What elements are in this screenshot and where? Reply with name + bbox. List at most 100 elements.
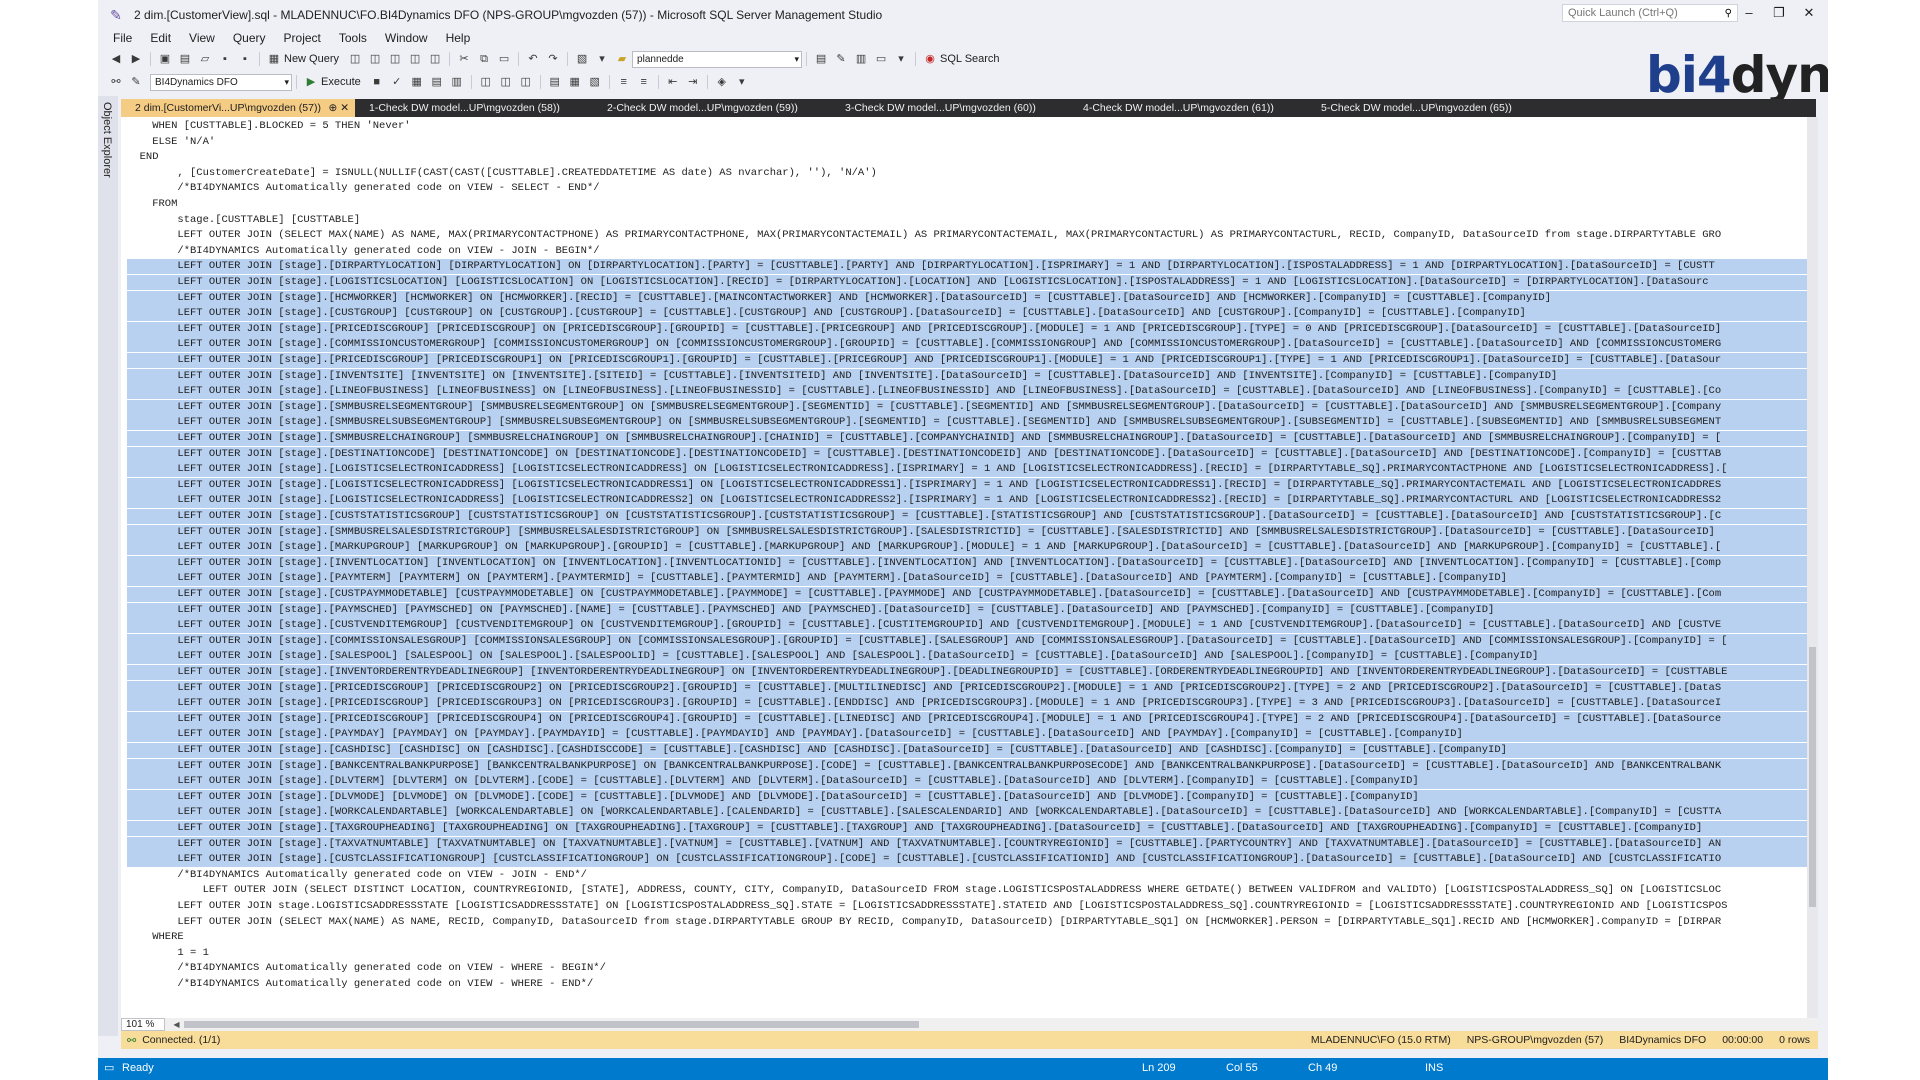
code-line[interactable]: LEFT OUTER JOIN [stage].[DESTINATIONCODE… [127,446,1807,462]
code-line[interactable]: /*BI4DYNAMICS Automatically generated co… [127,961,1807,976]
menu-help[interactable]: Help [437,31,480,45]
mdx-query-icon[interactable]: ◫ [368,52,382,66]
menu-query[interactable]: Query [224,31,275,45]
code-line[interactable]: LEFT OUTER JOIN [stage].[SALESPOOL] [SAL… [127,649,1807,665]
tab-check-dw-model-60[interactable]: 3-Check DW model...UP\mgvozden (60)) [831,99,1069,117]
save-icon[interactable]: ▪ [218,52,232,66]
close-window-button[interactable]: ✕ [1794,0,1824,26]
code-line[interactable] [127,993,1807,1008]
code-line[interactable]: LEFT OUTER JOIN [stage].[TAXVATNUMTABLE]… [127,836,1807,852]
copy-icon[interactable]: ⧉ [477,52,491,66]
undo-icon[interactable]: ↶ [526,52,540,66]
code-line[interactable]: LEFT OUTER JOIN [stage].[HCMWORKER] [HCM… [127,290,1807,306]
open-file-icon[interactable]: ▱ [198,52,212,66]
paste-icon[interactable]: ▭ [497,52,511,66]
results-to-grid-icon[interactable]: ▦ [568,75,582,89]
code-line[interactable]: LEFT OUTER JOIN [stage].[LINEOFBUSINESS]… [127,384,1807,400]
code-line[interactable]: LEFT OUTER JOIN (SELECT MAX(NAME) AS NAM… [127,228,1807,243]
tab-check-dw-model-61[interactable]: 4-Check DW model...UP\mgvozden (61)) [1069,99,1307,117]
code-line[interactable]: LEFT OUTER JOIN [stage].[INVENTLOCATION]… [127,555,1807,571]
customize-icon[interactable]: ▾ [894,52,908,66]
live-stats-icon[interactable]: ◫ [499,75,513,89]
database-engine-query-icon[interactable]: ◫ [348,52,362,66]
menu-window[interactable]: Window [376,31,437,45]
back-icon[interactable]: ◀ [109,52,123,66]
code-line[interactable]: LEFT OUTER JOIN [stage].[DLVTERM] [DLVTE… [127,774,1807,790]
dmx-query-icon[interactable]: ◫ [388,52,402,66]
intellisense-icon[interactable]: ▥ [450,75,464,89]
output-window-icon[interactable]: ▭ [104,1061,114,1074]
code-line[interactable]: LEFT OUTER JOIN [stage].[PRICEDISCGROUP]… [127,353,1807,368]
object-explorer-tab[interactable]: Object Explorer [101,102,113,178]
decrease-indent-icon[interactable]: ⇤ [666,75,680,89]
minimize-button[interactable]: – [1734,0,1764,26]
results-to-file-icon[interactable]: ▧ [588,75,602,89]
results-to-text-icon[interactable]: ▤ [548,75,562,89]
sql-code-editor[interactable]: WHEN [CUSTTABLE].BLOCKED = 5 THEN 'Never… [121,117,1807,1018]
save-all-icon[interactable]: ▪ [238,52,252,66]
query-options-icon[interactable]: ▤ [430,75,444,89]
tab-customer-view[interactable]: 2 dim.[CustomerVi...UP\mgvozden (57)) ⊕ … [121,99,355,117]
code-line[interactable]: LEFT OUTER JOIN [stage].[LOGISTICSELECTR… [127,477,1807,493]
execute-icon[interactable]: ▶ [304,75,318,89]
toolbar-overflow-icon[interactable]: ▾ [735,75,749,89]
code-line[interactable]: LEFT OUTER JOIN [stage].[PRICEDISCGROUP]… [127,321,1807,337]
execute-button[interactable]: Execute [321,76,361,88]
parse-icon[interactable]: ✓ [390,75,404,89]
code-line[interactable]: LEFT OUTER JOIN [stage].[TAXGROUPHEADING… [127,821,1807,836]
search-icon[interactable]: ⚲ [1725,8,1732,19]
code-line[interactable]: LEFT OUTER JOIN [stage].[DIRPARTYLOCATIO… [127,259,1807,275]
code-line[interactable]: LEFT OUTER JOIN [stage].[CUSTVENDITEMGRO… [127,618,1807,634]
code-line[interactable]: END [127,150,1807,165]
code-line[interactable]: , [CustomerCreateDate] = ISNULL(NULLIF(C… [127,166,1807,181]
code-line[interactable]: LEFT OUTER JOIN [stage].[PAYMDAY] [PAYMD… [127,727,1807,743]
code-line[interactable]: ELSE 'N/A' [127,135,1807,150]
add-item-icon[interactable]: ▤ [178,52,192,66]
code-line[interactable]: LEFT OUTER JOIN [stage].[LOGISTICSLOCATI… [127,275,1807,290]
code-line[interactable]: WHERE [127,930,1807,945]
cut-icon[interactable]: ✂ [457,52,471,66]
sql-search-icon[interactable]: ◉ [923,52,937,66]
code-line[interactable]: /*BI4DYNAMICS Automatically generated co… [127,977,1807,992]
object-explorer-collapsed-panel[interactable] [98,96,118,1036]
code-line[interactable]: LEFT OUTER JOIN [stage].[SMMBUSRELSALESD… [127,524,1807,540]
code-line[interactable]: LEFT OUTER JOIN [stage].[DLVMODE] [DLVMO… [127,789,1807,805]
new-project-icon[interactable]: ▣ [158,52,172,66]
dropdown-chevron-icon[interactable]: ▾ [595,52,609,66]
menu-view[interactable]: View [180,31,224,45]
code-line[interactable]: stage.[CUSTTABLE] [CUSTTABLE] [127,213,1807,228]
new-query-button[interactable]: New Query [284,53,339,65]
vertical-scrollbar[interactable] [1807,117,1818,1019]
close-tab-icon[interactable]: ⊕ ✕ [328,99,349,117]
code-line[interactable]: LEFT OUTER JOIN [stage].[PRICEDISCGROUP]… [127,711,1807,727]
uncomment-icon[interactable]: ≡ [637,75,651,89]
restore-button[interactable]: ❐ [1764,0,1794,26]
database-combo[interactable]: BI4Dynamics DFO [150,73,292,91]
code-line[interactable]: LEFT OUTER JOIN [stage].[COMMISSIONSALES… [127,633,1807,649]
code-line[interactable]: 1 = 1 [127,946,1807,961]
new-query-icon[interactable]: ▦ [267,52,281,66]
redo-icon[interactable]: ↷ [546,52,560,66]
menu-file[interactable]: File [104,31,141,45]
find-combo[interactable]: plannedde [632,50,803,68]
code-line[interactable]: FROM [127,197,1807,212]
vertical-scroll-thumb[interactable] [1809,647,1816,907]
code-line[interactable]: LEFT OUTER JOIN [stage].[SMMBUSRELSEGMEN… [127,399,1807,415]
activity-monitor-icon[interactable]: ▧ [575,52,589,66]
code-line[interactable]: LEFT OUTER JOIN [stage].[CUSTGROUP] [CUS… [127,306,1807,322]
menu-tools[interactable]: Tools [330,31,376,45]
solution-explorer-icon[interactable]: ▤ [814,52,828,66]
specify-values-icon[interactable]: ◈ [715,75,729,89]
tab-check-dw-model-59[interactable]: 2-Check DW model...UP\mgvozden (59)) [593,99,831,117]
code-line[interactable]: WHEN [CUSTTABLE].BLOCKED = 5 THEN 'Never… [127,119,1807,134]
code-line[interactable]: /*BI4DYNAMICS Automatically generated co… [127,244,1807,259]
connect-icon[interactable]: ⚯ [109,75,123,89]
code-line[interactable]: LEFT OUTER JOIN [stage].[BANKCENTRALBANK… [127,758,1807,774]
code-line[interactable]: LEFT OUTER JOIN [stage].[PAYMTERM] [PAYM… [127,571,1807,587]
menu-edit[interactable]: Edit [141,31,180,45]
code-line[interactable] [127,1008,1807,1018]
increase-indent-icon[interactable]: ⇥ [686,75,700,89]
code-line[interactable]: LEFT OUTER JOIN [stage].[CUSTSTATISTICSG… [127,509,1807,524]
code-line[interactable]: LEFT OUTER JOIN [stage].[INVENTORDERENTR… [127,665,1807,680]
scroll-left-icon[interactable]: ◀ [173,1020,179,1029]
